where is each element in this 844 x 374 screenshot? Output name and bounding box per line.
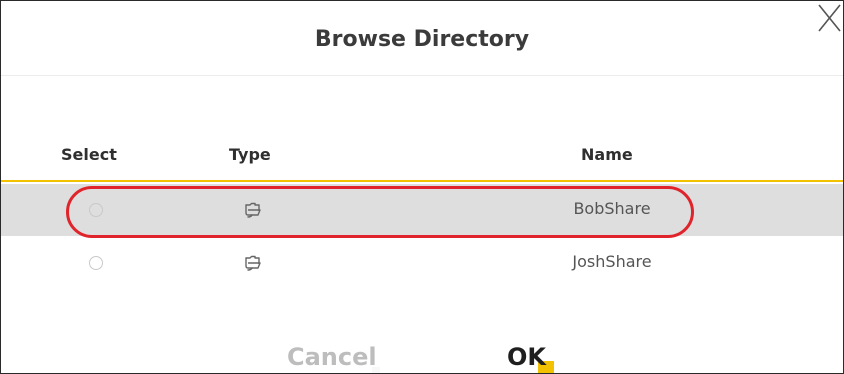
table-row[interactable]: JoshShare [1,237,843,289]
column-header-name: Name [581,145,633,164]
browse-directory-dialog: Browse Directory Select Type Name BobSha… [0,0,844,374]
dialog-title: Browse Directory [314,27,530,52]
column-header-type: Type [229,145,271,164]
cancel-accent [372,367,380,373]
ok-button[interactable]: OK [507,343,546,371]
row-name: JoshShare [572,252,652,271]
select-radio[interactable] [89,256,103,270]
select-radio[interactable] [89,203,103,217]
column-header-select: Select [61,145,117,164]
table-row[interactable]: BobShare [1,184,843,236]
row-name: BobShare [573,199,651,218]
folder-share-icon [243,253,263,273]
header-divider [1,180,843,182]
title-divider [1,75,843,76]
folder-share-icon [243,200,263,220]
cancel-button[interactable]: Cancel [287,343,377,371]
table-header: Select Type Name [1,145,843,175]
